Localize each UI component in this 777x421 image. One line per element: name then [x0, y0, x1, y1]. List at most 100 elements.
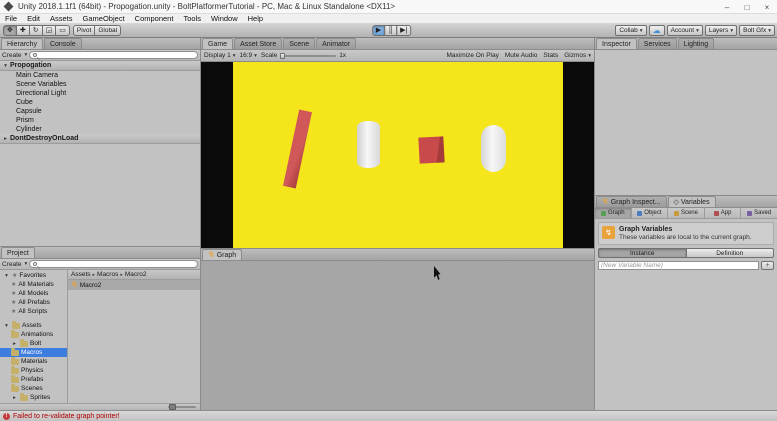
- graph-canvas[interactable]: [201, 261, 594, 410]
- folder-sprites[interactable]: ▸Sprites: [0, 393, 67, 402]
- minimize-button[interactable]: –: [717, 0, 737, 14]
- layout-dropdown[interactable]: Bolt Gfx▾: [739, 25, 775, 36]
- folder-macros[interactable]: Macros: [0, 348, 67, 357]
- folder-materials[interactable]: Materials: [0, 357, 67, 366]
- folder-scenes[interactable]: Scenes: [0, 384, 67, 393]
- chevron-down-icon: ▾: [233, 53, 236, 59]
- stats-toggle[interactable]: Stats: [543, 52, 558, 59]
- scope-tab-graph[interactable]: Graph: [595, 208, 632, 218]
- folder-animations[interactable]: Animations: [0, 330, 67, 339]
- scope-tab-app[interactable]: App: [705, 208, 742, 218]
- favorite-all-models[interactable]: ★All Models: [0, 289, 67, 298]
- favorite-all-scripts[interactable]: ★All Scripts: [0, 307, 67, 316]
- folder-prefabs[interactable]: Prefabs: [0, 375, 67, 384]
- project-create-dropdown[interactable]: Create▾: [2, 261, 27, 268]
- tab-graph-inspector[interactable]: ↯ Graph Inspect...: [596, 196, 667, 207]
- scene-header-propogation[interactable]: ▾ Propogation: [0, 61, 200, 71]
- play-button[interactable]: ▶: [372, 25, 385, 36]
- breadcrumb-macro2[interactable]: Macro2: [125, 271, 147, 278]
- create-dropdown[interactable]: Create▾: [2, 52, 27, 59]
- hierarchy-search-input[interactable]: [39, 52, 194, 59]
- menu-window[interactable]: Window: [206, 14, 243, 24]
- menu-help[interactable]: Help: [243, 14, 268, 24]
- tab-project[interactable]: Project: [1, 247, 35, 258]
- tab-services[interactable]: Services: [638, 38, 677, 49]
- scale-slider-thumb[interactable]: [280, 53, 285, 59]
- menu-component[interactable]: Component: [130, 14, 179, 24]
- tab-hierarchy[interactable]: Hierarchy: [1, 38, 43, 49]
- foldout-open-icon[interactable]: ▾: [3, 323, 10, 329]
- hierarchy-item-scene-variables[interactable]: Scene Variables: [0, 80, 200, 89]
- global-toggle-button[interactable]: Global: [94, 25, 121, 36]
- rect-tool-button[interactable]: ▭: [55, 25, 70, 36]
- hierarchy-item-capsule[interactable]: Capsule: [0, 107, 200, 116]
- project-search-input[interactable]: [39, 261, 194, 268]
- instance-tab[interactable]: Instance: [598, 248, 687, 258]
- foldout-open-icon[interactable]: ▾: [2, 63, 9, 69]
- menu-file[interactable]: File: [0, 14, 22, 24]
- scope-tab-scene[interactable]: Scene: [668, 208, 705, 218]
- new-variable-input[interactable]: [598, 261, 759, 270]
- foldout-open-icon[interactable]: ▾: [3, 273, 10, 279]
- foldout-closed-icon[interactable]: ▸: [11, 395, 18, 401]
- step-button[interactable]: ▶|: [396, 25, 411, 36]
- breadcrumb-assets[interactable]: Assets: [71, 271, 91, 278]
- move-tool-button[interactable]: ✚: [16, 25, 30, 36]
- definition-tab[interactable]: Definition: [686, 248, 775, 258]
- display-dropdown[interactable]: Display 1▾: [204, 52, 236, 59]
- tab-inspector[interactable]: Inspector: [596, 38, 637, 49]
- tab-animator[interactable]: Animator: [316, 38, 356, 49]
- assets-root-folder[interactable]: ▾ Assets: [0, 321, 67, 330]
- game-view-panel: Game Asset Store Scene Animator Display …: [201, 38, 595, 248]
- account-dropdown[interactable]: Account▾: [667, 25, 703, 36]
- asset-item-macro2[interactable]: ↯ Macro2: [68, 280, 200, 290]
- hierarchy-item-main-camera[interactable]: Main Camera: [0, 71, 200, 80]
- scale-tool-button[interactable]: ◲: [42, 25, 57, 36]
- maximize-on-play-toggle[interactable]: Maximize On Play: [446, 52, 498, 59]
- collab-button[interactable]: Collab▾: [615, 25, 646, 36]
- maximize-button[interactable]: □: [737, 0, 757, 14]
- close-button[interactable]: ×: [757, 0, 777, 14]
- folder-physics[interactable]: Physics: [0, 366, 67, 375]
- scope-tab-saved[interactable]: Saved: [741, 208, 777, 218]
- favorites-header[interactable]: ▾ ★ Favorites: [0, 271, 67, 280]
- aspect-dropdown[interactable]: 16:9▾: [240, 52, 257, 59]
- tab-lighting[interactable]: Lighting: [678, 38, 715, 49]
- tab-console[interactable]: Console: [44, 38, 82, 49]
- status-bar[interactable]: ! Failed to re-validate graph pointer!: [0, 410, 777, 421]
- menu-edit[interactable]: Edit: [22, 14, 45, 24]
- cube-object: [418, 136, 444, 163]
- tab-graph[interactable]: ↯ Graph: [202, 249, 242, 260]
- foldout-closed-icon[interactable]: ▸: [2, 136, 9, 142]
- scene-header-dontdestroyonload[interactable]: ▸ DontDestroyOnLoad: [0, 134, 200, 144]
- pivot-toggle-button[interactable]: Pivot: [73, 25, 95, 36]
- hierarchy-item-cube[interactable]: Cube: [0, 98, 200, 107]
- hand-tool-button[interactable]: ✥: [3, 25, 17, 36]
- foldout-closed-icon[interactable]: ▸: [11, 341, 18, 347]
- breadcrumb-macros[interactable]: Macros: [97, 271, 118, 278]
- hierarchy-item-directional-light[interactable]: Directional Light: [0, 89, 200, 98]
- tab-asset-store[interactable]: Asset Store: [234, 38, 282, 49]
- project-toolbar: Create▾: [0, 259, 200, 270]
- mute-audio-toggle[interactable]: Mute Audio: [505, 52, 538, 59]
- layers-dropdown[interactable]: Layers▾: [705, 25, 737, 36]
- favorite-all-materials[interactable]: ★All Materials: [0, 280, 67, 289]
- hierarchy-item-prism[interactable]: Prism: [0, 116, 200, 125]
- cloud-services-button[interactable]: ☁: [649, 25, 665, 36]
- add-variable-button[interactable]: +: [761, 261, 774, 270]
- scale-slider[interactable]: [280, 55, 336, 57]
- menu-tools[interactable]: Tools: [178, 14, 206, 24]
- menu-gameobject[interactable]: GameObject: [78, 14, 130, 24]
- tab-game[interactable]: Game: [202, 38, 233, 49]
- hierarchy-item-cylinder[interactable]: Cylinder: [0, 125, 200, 134]
- variables-panel: ↯ Graph Inspect... ◇ Variables Graph Obj…: [595, 195, 777, 410]
- tab-variables[interactable]: ◇ Variables: [668, 196, 716, 207]
- folder-bolt[interactable]: ▸Bolt: [0, 339, 67, 348]
- gizmos-dropdown[interactable]: Gizmos▾: [564, 52, 591, 59]
- asset-size-slider[interactable]: [168, 406, 196, 408]
- menu-assets[interactable]: Assets: [45, 14, 78, 24]
- favorite-all-prefabs[interactable]: ★All Prefabs: [0, 298, 67, 307]
- rotate-tool-button[interactable]: ↻: [29, 25, 43, 36]
- tab-scene[interactable]: Scene: [283, 38, 315, 49]
- scope-tab-object[interactable]: Object: [632, 208, 669, 218]
